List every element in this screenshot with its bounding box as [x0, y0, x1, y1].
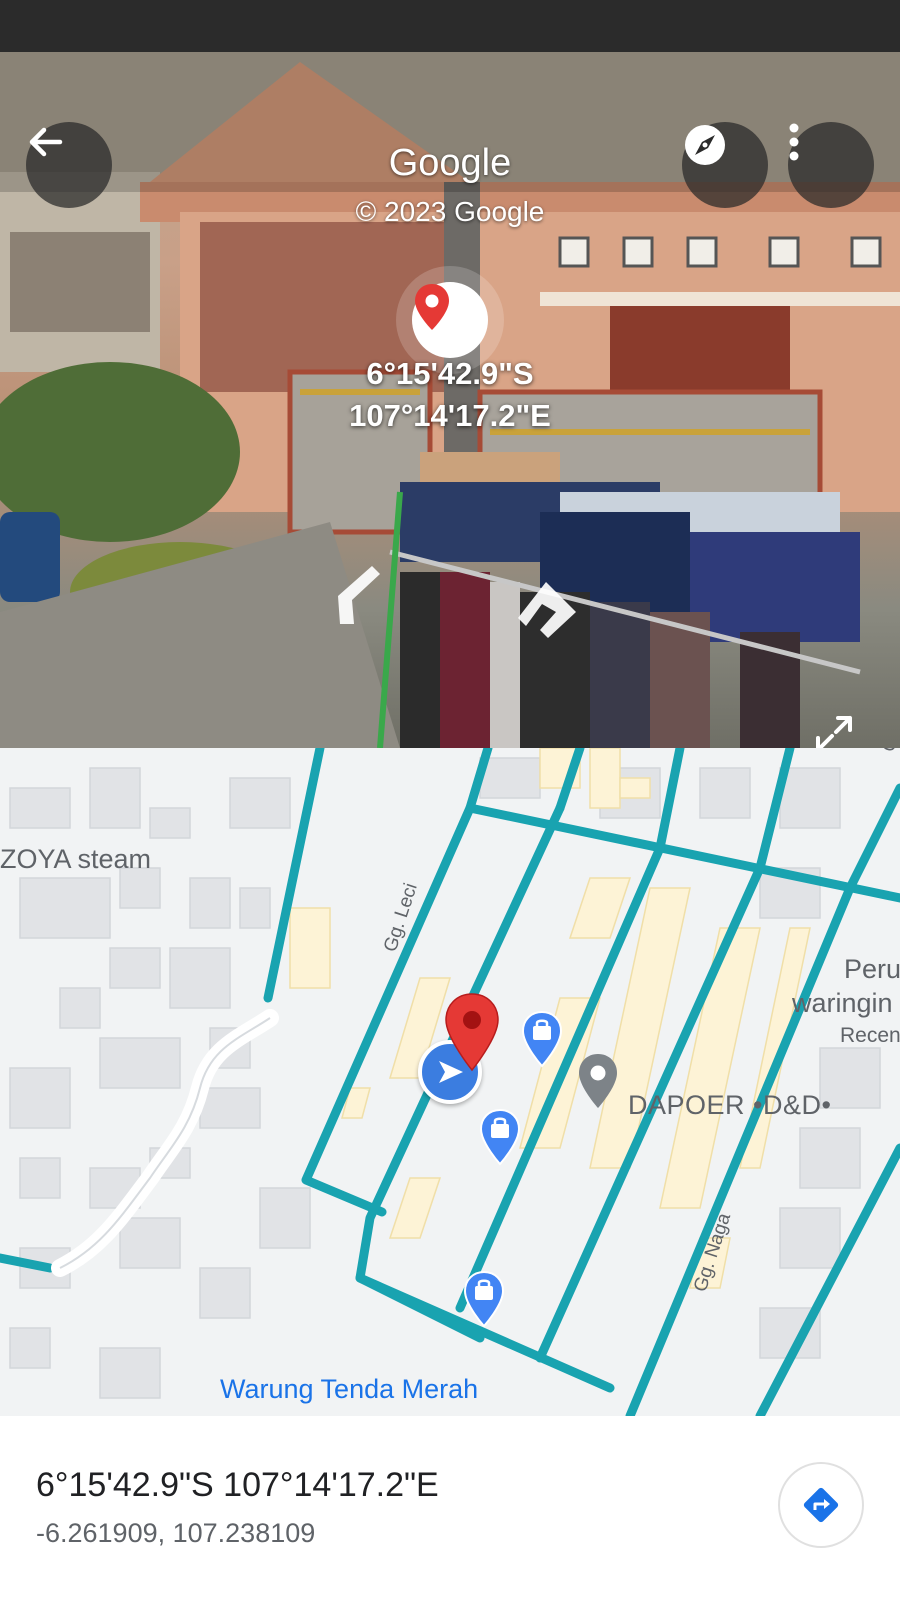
- directions-button[interactable]: [778, 1462, 864, 1548]
- directions-icon: [803, 1487, 839, 1523]
- place-marker-dapoer[interactable]: [576, 1052, 620, 1115]
- map-label-peru[interactable]: Peru: [844, 954, 900, 985]
- compass-icon: [685, 125, 725, 165]
- compass-button[interactable]: [682, 122, 768, 208]
- map-label-recen: Recen: [840, 1024, 900, 1047]
- map-label-warung-tenda-merah[interactable]: Warung Tenda Merah: [220, 1374, 478, 1405]
- coordinates-dms: 6°15'42.9"S 107°14'17.2"E: [36, 1466, 439, 1504]
- street-view-latitude: 6°15'42.9"S: [366, 356, 534, 391]
- location-badge: [412, 282, 488, 358]
- expand-icon: [816, 716, 852, 748]
- expand-button[interactable]: [812, 712, 868, 748]
- map-view[interactable]: ZOYA steam Gg. Leci Gg. Naga Gg DAPOER •…: [0, 748, 900, 1416]
- dropped-pin-marker[interactable]: [444, 992, 500, 1077]
- shopping-bag-icon: [463, 1270, 505, 1328]
- street-view-longitude: 107°14'17.2"E: [349, 398, 551, 433]
- status-bar: [0, 0, 900, 52]
- red-pin-icon: [445, 993, 499, 1072]
- street-view-panorama[interactable]: Google © 2023 Google 6°15'42.9"S 107°14'…: [0, 52, 900, 748]
- street-view-copyright: © 2023 Google: [355, 196, 545, 227]
- shopping-bag-icon: [479, 1108, 521, 1166]
- shop-marker[interactable]: [478, 1108, 522, 1171]
- location-pin-icon: [415, 284, 449, 330]
- shopping-bag-icon: [521, 1010, 563, 1068]
- more-options-button[interactable]: [788, 122, 874, 208]
- more-vert-icon: [789, 123, 799, 161]
- shop-marker[interactable]: [520, 1010, 564, 1073]
- map-label-dapoer[interactable]: DAPOER •D&D•: [628, 1090, 831, 1121]
- place-pin-icon: [579, 1054, 617, 1108]
- map-label-zoya-steam[interactable]: ZOYA steam: [0, 844, 151, 875]
- shop-marker[interactable]: [462, 1270, 506, 1333]
- coordinates-decimal: -6.261909, 107.238109: [36, 1518, 316, 1548]
- location-info-panel: 6°15'42.9"S 107°14'17.2"E -6.261909, 107…: [0, 1416, 900, 1600]
- map-label-waringin[interactable]: waringin: [792, 988, 893, 1019]
